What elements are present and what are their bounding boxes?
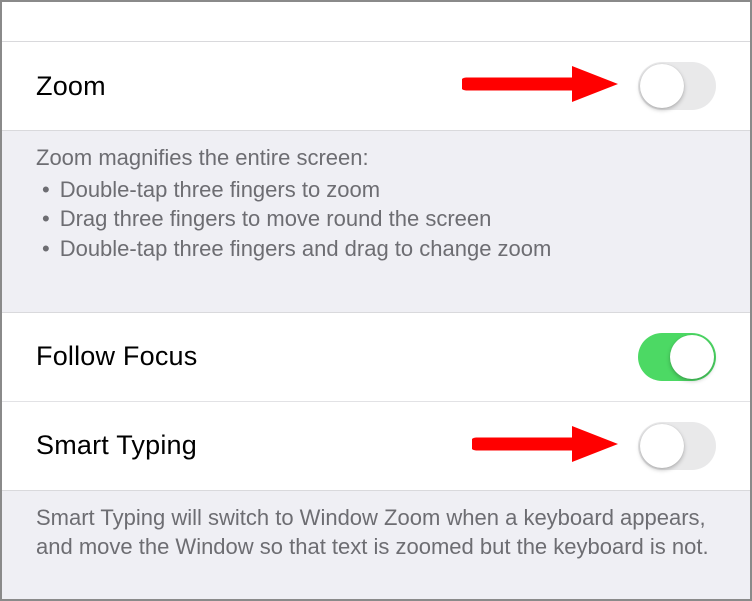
follow-focus-label: Follow Focus bbox=[36, 341, 197, 372]
smart-typing-toggle[interactable] bbox=[638, 422, 716, 470]
zoom-row: Zoom bbox=[2, 42, 750, 131]
zoom-help-title: Zoom magnifies the entire screen: bbox=[36, 143, 716, 173]
settings-pane: Zoom Zoom magnifies the entire screen: D… bbox=[2, 2, 750, 584]
toggle-knob bbox=[670, 335, 714, 379]
annotation-arrow-icon bbox=[462, 64, 618, 104]
zoom-toggle[interactable] bbox=[638, 62, 716, 110]
zoom-help-item: Double-tap three fingers and drag to cha… bbox=[36, 234, 716, 264]
follow-focus-toggle[interactable] bbox=[638, 333, 716, 381]
zoom-help-item: Drag three fingers to move round the scr… bbox=[36, 204, 716, 234]
zoom-label: Zoom bbox=[36, 71, 106, 102]
header-spacer bbox=[2, 2, 750, 42]
follow-focus-row: Follow Focus bbox=[2, 312, 750, 402]
toggle-knob bbox=[640, 64, 684, 108]
zoom-help-block: Zoom magnifies the entire screen: Double… bbox=[2, 131, 750, 286]
zoom-help-item: Double-tap three fingers to zoom bbox=[36, 175, 716, 205]
zoom-help-list: Double-tap three fingers to zoom Drag th… bbox=[36, 175, 716, 264]
annotation-arrow-icon bbox=[472, 424, 618, 464]
smart-typing-help: Smart Typing will switch to Window Zoom … bbox=[2, 491, 750, 584]
section-gap bbox=[2, 286, 750, 312]
toggle-knob bbox=[640, 424, 684, 468]
smart-typing-label: Smart Typing bbox=[36, 430, 197, 461]
smart-typing-row: Smart Typing bbox=[2, 402, 750, 491]
